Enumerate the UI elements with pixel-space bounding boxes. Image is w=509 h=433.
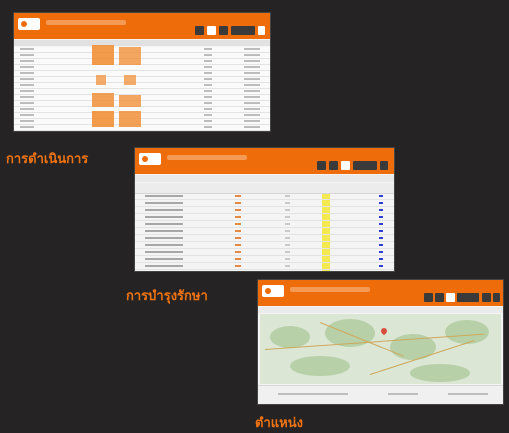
status-bar [258,385,503,404]
grid-header [135,183,394,194]
table-row[interactable] [135,236,394,242]
screenshot-list-view [13,12,271,132]
header-title-bar [46,20,126,25]
toolbar-button-active-icon[interactable] [341,161,350,170]
toolbar-button-icon[interactable] [380,161,388,170]
toolbar-button-icon[interactable] [424,293,433,302]
toolbar-button-icon[interactable] [219,26,228,35]
toolbar-button-icon[interactable] [195,26,204,35]
filter-bar [135,175,394,182]
header-title-bar [167,155,247,160]
toolbar-dropdown[interactable] [231,26,255,35]
app-logo [139,153,161,165]
table-row[interactable] [135,243,394,249]
screenshot-maintenance-grid [134,147,395,272]
table-row[interactable] [135,257,394,263]
table-row[interactable] [135,250,394,256]
toolbar-dropdown[interactable] [353,161,377,170]
table-row[interactable] [135,229,394,235]
screenshot-location-map [257,279,504,405]
app-logo [18,18,40,30]
caption-maintenance: การบำรุงรักษา [126,289,208,304]
toolbar-button-icon[interactable] [493,293,500,302]
toolbar-button-icon[interactable] [329,161,338,170]
toolbar-button-icon[interactable] [482,293,491,302]
app-logo [262,285,284,297]
caption-operations: การดำเนินการ [6,152,89,167]
toolbar-button-icon[interactable] [317,161,326,170]
toolbar-dropdown[interactable] [457,293,479,302]
map-pin-icon[interactable] [379,326,389,336]
table-row[interactable] [135,201,394,207]
caption-location: ตำแหน่ง [255,416,303,431]
app-header [135,148,394,174]
table-row[interactable] [135,264,394,270]
app-header [14,13,270,39]
table-body [14,47,270,131]
toolbar-button-active-icon[interactable] [258,26,265,35]
table-row[interactable] [135,215,394,221]
map-toolbar [258,307,503,313]
table-row[interactable] [14,125,270,131]
header-title-bar [290,287,370,292]
watermark-graphic [92,45,142,127]
grid-body [135,194,394,271]
toolbar-button-active-icon[interactable] [446,293,455,302]
app-header [258,280,503,306]
toolbar-button-icon[interactable] [435,293,444,302]
table-header [14,40,270,46]
table-row[interactable] [135,222,394,228]
map-area[interactable] [260,314,501,384]
table-row[interactable] [135,194,394,200]
table-row[interactable] [135,208,394,214]
toolbar-button-active-icon[interactable] [207,26,216,35]
